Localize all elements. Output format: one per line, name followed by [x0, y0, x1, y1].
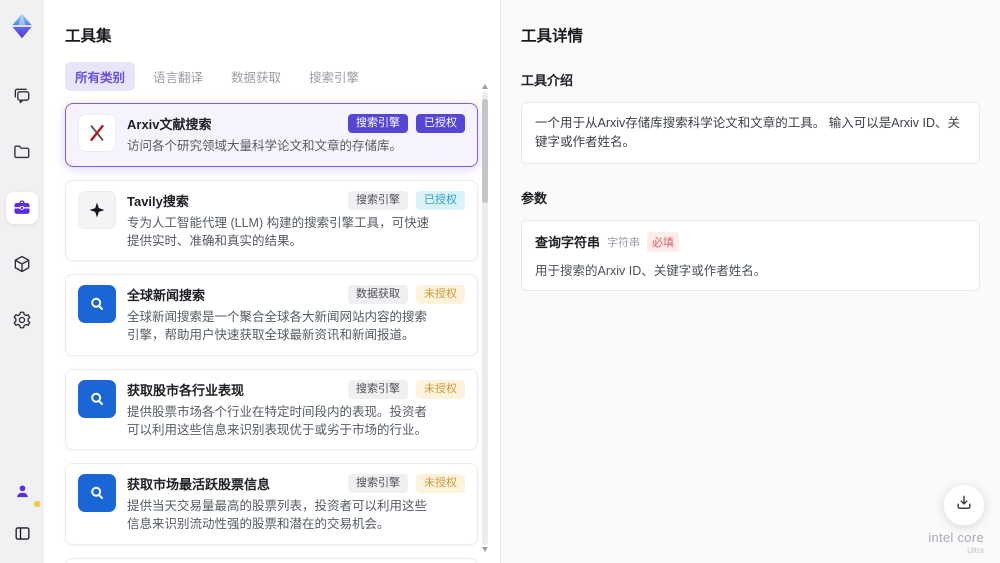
- tool-name: 全球新闻搜索: [127, 288, 206, 304]
- param-name: 查询字符串: [535, 235, 601, 250]
- tool-card-regional-news[interactable]: 万维地区新闻查询 搜索引擎 未授权 查询具体行政区划内的新闻，快速了解各地新闻动: [65, 557, 478, 563]
- list-scrollbar: [481, 84, 488, 552]
- tab-language-translation[interactable]: 语言翻译: [143, 62, 213, 91]
- download-button[interactable]: [943, 484, 985, 526]
- params-heading: 参数: [521, 190, 548, 206]
- user-icon: [14, 483, 31, 500]
- sidebar-item-chat[interactable]: [6, 80, 38, 112]
- tool-description: 提供当天交易量最高的股票列表，投资者可以利用这些信息来识别流动性强的股票和潜在的…: [127, 499, 428, 531]
- folder-icon: [12, 142, 32, 162]
- tool-name: Tavily搜索: [127, 193, 189, 209]
- auth-badge: 未授权: [416, 285, 465, 305]
- panel-toggle-icon: [13, 524, 32, 543]
- param-box: 查询字符串 字符串 必填 用于搜索的Arxiv ID、关键字或作者姓名。: [521, 219, 980, 291]
- search-blue-icon: [78, 474, 116, 513]
- sidebar-item-tools[interactable]: [6, 192, 38, 224]
- tool-card-most-active-stocks[interactable]: 获取市场最活跃股票信息 搜索引擎 未授权 提供当天交易量最高的股票列表，投资者可…: [65, 463, 478, 545]
- tool-card-sector-performance[interactable]: 获取股市各行业表现 搜索引擎 未授权 提供股票市场各个行业在特定时间段内的表现。…: [65, 368, 478, 451]
- collapse-sidebar-button[interactable]: [6, 517, 38, 549]
- gear-icon: [12, 310, 32, 330]
- gem-logo-icon: [8, 12, 36, 40]
- scrollbar-track[interactable]: [481, 91, 488, 545]
- category-badge: 搜索引擎: [348, 190, 408, 210]
- app-logo[interactable]: [8, 12, 36, 40]
- tool-details-panel: 工具详情 工具介绍 一个用于从Arxiv存储库搜索科学论文和文章的工具。 输入可…: [500, 0, 1000, 563]
- intel-core-text: intel core: [928, 529, 984, 545]
- tool-list: Arxiv文献搜索 搜索引擎 已授权 访问各个研究领域大量科学论文和文章的存储库…: [65, 103, 478, 563]
- intro-text: 一个用于从Arxiv存储库搜索科学论文和文章的工具。 输入可以是Arxiv ID…: [535, 116, 961, 149]
- tab-all-categories[interactable]: 所有类别: [65, 62, 136, 91]
- intel-core-logo: intel core Ultra: [928, 529, 984, 556]
- tool-description: 全球新闻搜索是一个聚合全球各大新闻网站内容的搜索引擎，帮助用户快速获取全球最新资…: [127, 310, 428, 342]
- download-icon: [954, 493, 974, 518]
- intel-core-sub-text: Ultra: [967, 546, 984, 556]
- auth-badge: 已授权: [416, 190, 465, 210]
- search-blue-icon: [78, 285, 116, 324]
- tool-description: 访问各个研究领域大量科学论文和文章的存储库。: [127, 139, 403, 153]
- page-title: 工具集: [65, 28, 112, 45]
- tool-card-global-news[interactable]: 全球新闻搜索 数据获取 未授权 全球新闻搜索是一个聚合全球各大新闻网站内容的搜索…: [65, 274, 478, 356]
- sidebar-item-settings[interactable]: [6, 304, 38, 336]
- intro-box: 一个用于从Arxiv存储库搜索科学论文和文章的工具。 输入可以是Arxiv ID…: [521, 102, 980, 164]
- tab-data-fetch[interactable]: 数据获取: [221, 62, 291, 91]
- tab-search-engine[interactable]: 搜索引擎: [299, 62, 369, 91]
- scrollbar-thumb[interactable]: [481, 99, 488, 203]
- tool-name: 获取股市各行业表现: [127, 382, 245, 398]
- auth-badge: 未授权: [416, 474, 465, 494]
- scroll-down-arrow[interactable]: [481, 547, 488, 552]
- param-type: 字符串: [607, 236, 641, 249]
- sparkle-icon: [78, 190, 116, 229]
- scroll-up-arrow[interactable]: [481, 84, 488, 89]
- category-tabs: 所有类别 语言翻译 数据获取 搜索引擎: [65, 62, 478, 91]
- chat-icon: [12, 86, 32, 106]
- param-required-badge: 必填: [647, 231, 680, 252]
- toolbox-icon: [12, 198, 32, 218]
- sidebar-item-packages[interactable]: [6, 248, 38, 280]
- intro-heading: 工具介绍: [521, 73, 574, 88]
- auth-badge: 已授权: [416, 114, 465, 133]
- tool-card-tavily[interactable]: Tavily搜索 搜索引擎 已授权 专为人工智能代理 (LLM) 构建的搜索引擎…: [65, 179, 478, 262]
- tool-description: 专为人工智能代理 (LLM) 构建的搜索引擎工具，可快速提供实时、准确和真实的结…: [127, 215, 430, 248]
- details-title: 工具详情: [521, 28, 584, 45]
- left-icon-rail: [0, 0, 44, 563]
- arxiv-logo-icon: [78, 114, 116, 152]
- search-blue-icon: [78, 379, 116, 418]
- tool-card-arxiv[interactable]: Arxiv文献搜索 搜索引擎 已授权 访问各个研究领域大量科学论文和文章的存储库…: [65, 103, 478, 167]
- notification-dot: [34, 501, 40, 507]
- category-badge: 搜索引擎: [348, 474, 408, 494]
- auth-badge: 未授权: [416, 379, 465, 399]
- category-badge: 搜索引擎: [348, 379, 408, 399]
- package-icon: [12, 254, 32, 274]
- category-badge: 数据获取: [348, 285, 408, 305]
- tool-description: 提供股票市场各个行业在特定时间段内的表现。投资者可以利用这些信息来识别表现优于或…: [127, 404, 428, 437]
- tool-name: 获取市场最活跃股票信息: [127, 477, 271, 493]
- tool-name: Arxiv文献搜索: [127, 117, 212, 132]
- user-account-button[interactable]: [6, 475, 40, 507]
- category-badge: 搜索引擎: [348, 114, 408, 133]
- sidebar-item-files[interactable]: [6, 136, 38, 168]
- tool-list-panel: 工具集 所有类别 语言翻译 数据获取 搜索引擎 Arxiv文献搜索 搜索引擎 已…: [44, 0, 500, 563]
- param-description: 用于搜索的Arxiv ID、关键字或作者姓名。: [535, 263, 767, 278]
